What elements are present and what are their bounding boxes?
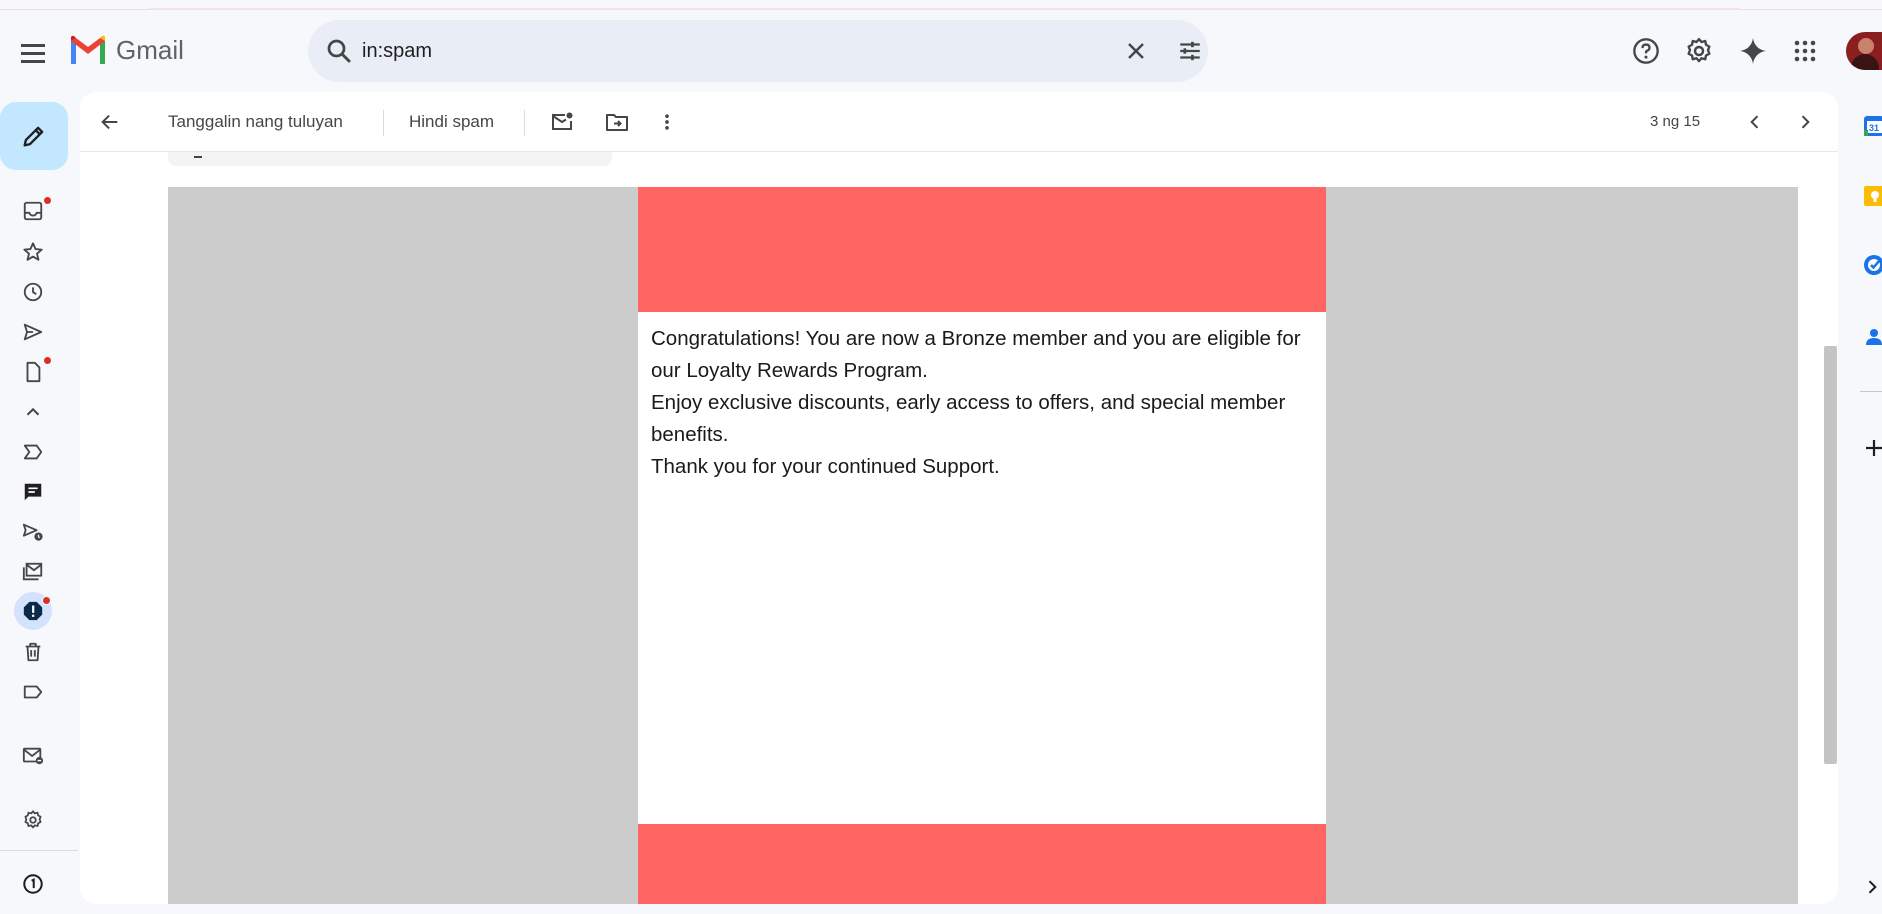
back-icon[interactable] bbox=[90, 102, 130, 142]
settings-icon[interactable] bbox=[1679, 31, 1719, 71]
email-line: Thank you for your continued Support. bbox=[651, 455, 1000, 478]
add-app-icon[interactable] bbox=[1862, 436, 1882, 460]
message-view: Tanggalin nang tuluyan Hindi spam 3 ng 1… bbox=[80, 92, 1838, 904]
gmail-m-icon bbox=[71, 35, 105, 64]
toolbar-separator bbox=[383, 110, 384, 136]
search-options-icon[interactable] bbox=[1170, 31, 1210, 71]
contacts-icon[interactable] bbox=[1862, 325, 1882, 349]
apps-icon[interactable] bbox=[1785, 31, 1825, 71]
all-mail-icon[interactable] bbox=[18, 557, 48, 587]
collapsed-header-snippet bbox=[168, 152, 612, 166]
info-icon[interactable] bbox=[18, 869, 48, 899]
toolbar-separator bbox=[524, 110, 525, 136]
avatar[interactable] bbox=[1846, 32, 1882, 70]
gmail-logo[interactable]: Gmail bbox=[68, 34, 184, 66]
label-icon[interactable] bbox=[18, 677, 48, 707]
manage-subscriptions-icon[interactable] bbox=[18, 741, 48, 771]
email-body-background: Congratulations! You are now a Bronze me… bbox=[168, 187, 1798, 904]
trash-icon[interactable] bbox=[18, 637, 48, 667]
keep-icon[interactable] bbox=[1862, 184, 1882, 208]
calendar-icon[interactable]: 31 bbox=[1862, 114, 1882, 138]
side-panel-divider bbox=[1860, 391, 1882, 392]
search-input[interactable] bbox=[362, 34, 1062, 68]
clear-icon[interactable] bbox=[1116, 31, 1156, 71]
chats-icon[interactable] bbox=[18, 477, 48, 507]
expand-panel-icon[interactable] bbox=[1862, 877, 1882, 901]
email-card: Congratulations! You are now a Bronze me… bbox=[638, 187, 1326, 904]
drafts-badge bbox=[43, 356, 52, 365]
more-options-icon[interactable] bbox=[647, 102, 687, 142]
email-banner-top bbox=[638, 187, 1326, 312]
message-toolbar: Tanggalin nang tuluyan Hindi spam 3 ng 1… bbox=[80, 92, 1838, 152]
email-line: Congratulations! You are now a Bronze me… bbox=[651, 327, 1301, 382]
nav-divider bbox=[0, 850, 78, 851]
svg-text:31: 31 bbox=[1869, 123, 1879, 133]
important-icon[interactable] bbox=[18, 437, 48, 467]
starred-icon[interactable] bbox=[18, 237, 48, 267]
spam-badge bbox=[42, 596, 51, 605]
search-bar[interactable] bbox=[308, 20, 1208, 82]
menu-icon[interactable] bbox=[18, 38, 48, 68]
delete-forever-button[interactable]: Tanggalin nang tuluyan bbox=[168, 112, 343, 132]
email-body-text: Congratulations! You are now a Bronze me… bbox=[651, 323, 1316, 483]
move-to-icon[interactable] bbox=[597, 102, 637, 142]
compose-button[interactable] bbox=[0, 102, 68, 170]
email-banner-bottom bbox=[638, 824, 1326, 904]
app-name: Gmail bbox=[116, 34, 184, 65]
snoozed-icon[interactable] bbox=[18, 277, 48, 307]
compose-icon bbox=[23, 126, 44, 147]
older-icon[interactable] bbox=[1785, 102, 1825, 142]
snippet-underscore bbox=[194, 156, 202, 158]
inbox-badge bbox=[43, 196, 52, 205]
message-counter: 3 ng 15 bbox=[1650, 113, 1701, 130]
tasks-icon[interactable] bbox=[1862, 253, 1882, 277]
email-line: Enjoy exclusive discounts, early access … bbox=[651, 391, 1286, 446]
gemini-icon[interactable] bbox=[1733, 31, 1773, 71]
newer-icon[interactable] bbox=[1735, 102, 1775, 142]
scrollbar-thumb[interactable] bbox=[1824, 346, 1837, 764]
sent-icon[interactable] bbox=[18, 317, 48, 347]
nav-settings-icon[interactable] bbox=[18, 805, 48, 835]
search-icon[interactable] bbox=[324, 36, 354, 66]
less-icon[interactable] bbox=[18, 397, 48, 427]
mark-unread-icon[interactable] bbox=[542, 102, 582, 142]
not-spam-button[interactable]: Hindi spam bbox=[409, 112, 494, 132]
scheduled-icon[interactable] bbox=[18, 517, 48, 547]
help-icon[interactable] bbox=[1626, 31, 1666, 71]
browser-top-strip bbox=[0, 0, 1882, 10]
